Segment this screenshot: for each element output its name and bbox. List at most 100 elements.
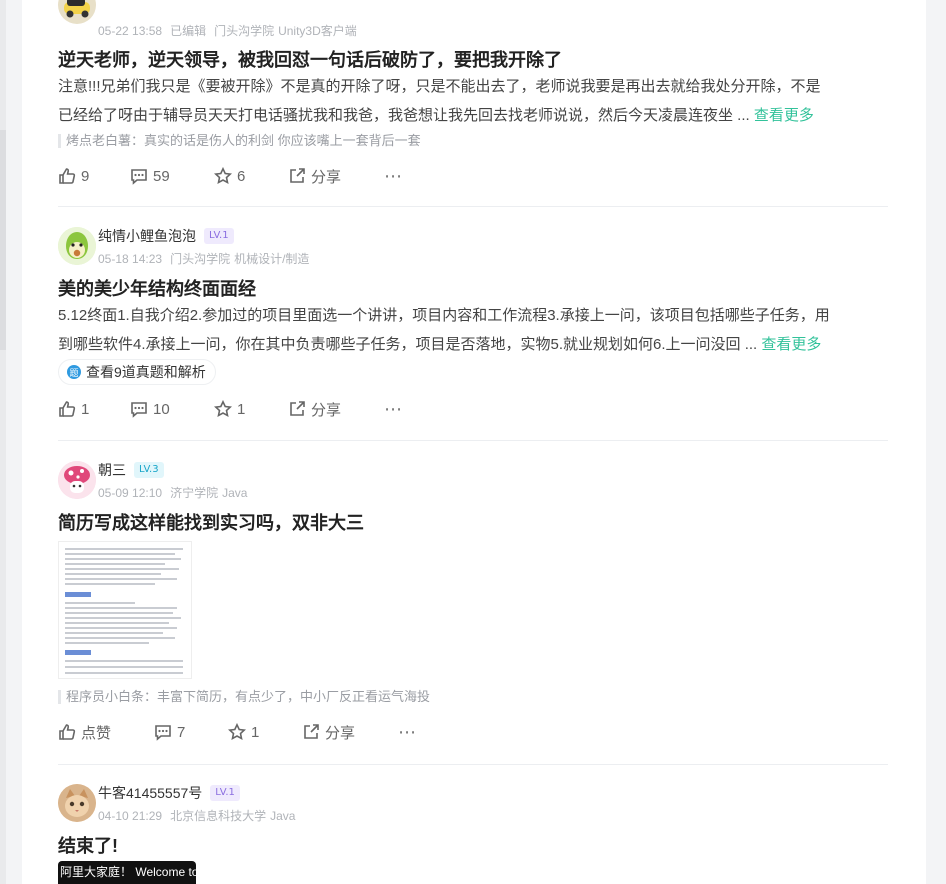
thumbs-up-icon [59, 401, 76, 417]
comment-button[interactable]: 7 [154, 723, 228, 741]
comment-icon [131, 402, 147, 418]
like-count: 9 [81, 167, 90, 185]
post-date: 05-18 14:23 [98, 252, 163, 266]
post-title[interactable]: 结束了! [58, 832, 118, 858]
author-role: Java [270, 809, 296, 823]
author-school: 门头沟学院 [214, 24, 275, 38]
post-meta: 05-18 14:23 门头沟学院 机械设计/制造 [98, 250, 317, 267]
more-icon: ⋯ [398, 721, 417, 742]
favorite-button[interactable]: 1 [214, 400, 288, 418]
post-meta: 04-10 21:29 北京信息科技大学 Java [98, 807, 303, 824]
comment-button[interactable]: 10 [130, 400, 214, 418]
star-icon [214, 167, 232, 185]
post-date: 05-09 12:10 [98, 486, 163, 500]
share-label: 分享 [311, 401, 342, 419]
left-scroll-strip [0, 0, 6, 884]
like-button[interactable]: 9 [58, 167, 130, 185]
more-icon: ⋯ [384, 398, 403, 419]
post-image[interactable]: 阿里大家庭！ Welcome to jo [58, 861, 196, 884]
post-title[interactable]: 简历写成这样能找到实习吗，双非大三 [58, 509, 364, 535]
post-actions: 1 10 1 分享 ⋯ [58, 397, 403, 421]
author-row: 牛客41455557号 LV.1 [98, 783, 240, 803]
see-more-link[interactable]: 查看更多 [754, 107, 814, 124]
star-icon [228, 723, 246, 741]
level-badge: LV.1 [204, 228, 234, 244]
avatar[interactable] [58, 0, 96, 24]
post-content-line: 到哪些软件4.承接上一问，你在其中负责哪些子任务，项目是否落地，实物5.就业规划… [58, 330, 888, 359]
like-label: 点赞 [81, 724, 112, 742]
more-icon: ⋯ [384, 165, 403, 186]
share-label: 分享 [311, 168, 342, 186]
avatar[interactable] [58, 784, 96, 822]
share-button[interactable]: 分享 [288, 166, 384, 187]
share-button[interactable]: 分享 [288, 399, 384, 420]
author-role: Unity3D客户端 [278, 24, 357, 38]
divider [58, 440, 888, 441]
share-label: 分享 [325, 724, 356, 742]
avatar[interactable] [58, 227, 96, 265]
post-title[interactable]: 逆天老师，逆天领导，被我回怼一句话后破防了，要把我开除了 [58, 46, 562, 72]
avatar[interactable] [58, 461, 96, 499]
favorite-count: 1 [251, 723, 260, 741]
interview-questions-tag[interactable]: 题 查看9道真题和解析 [58, 359, 216, 385]
post-date: 04-10 21:29 [98, 809, 163, 823]
edited-label: 已编辑 [170, 24, 207, 38]
comment-icon [131, 169, 147, 185]
question-icon: 题 [67, 365, 81, 379]
post-content-line: 已经给了呀由于辅导员天天打电话骚扰我和我爸，我爸想让我先回去找老师说说，然后今天… [58, 101, 888, 130]
comment-count: 7 [177, 723, 186, 741]
favorite-button[interactable]: 6 [214, 167, 288, 185]
post-content-text: 已经给了呀由于辅导员天天打电话骚扰我和我爸，我爸想让我先回去找老师说说，然后今天… [58, 107, 750, 124]
post-content[interactable]: 5.12终面1.自我介绍2.参加过的项目里面选一个讲讲，项目内容和工作流程3.承… [58, 301, 888, 359]
post-content[interactable]: 注意!!!兄弟们我只是《要被开除》不是真的开除了呀，只是不能出去了，老师说我要是… [58, 72, 888, 130]
comment-count: 59 [153, 167, 170, 185]
more-options-button[interactable]: ⋯ [384, 399, 403, 420]
like-count: 1 [81, 400, 90, 418]
favorite-button[interactable]: 1 [228, 723, 302, 741]
author-row: 纯情小鲤鱼泡泡 LV.1 [98, 226, 234, 246]
comment-button[interactable]: 59 [130, 167, 214, 185]
share-button[interactable]: 分享 [302, 722, 398, 743]
post-content-text: 到哪些软件4.承接上一问，你在其中负责哪些子任务，项目是否落地，实物5.就业规划… [58, 336, 758, 353]
more-options-button[interactable]: ⋯ [398, 722, 417, 743]
level-badge: LV.1 [210, 785, 240, 801]
post-actions: 9 59 6 分享 ⋯ [58, 164, 403, 188]
author-school: 门头沟学院 [170, 252, 231, 266]
favorite-count: 1 [237, 400, 246, 418]
author-name[interactable]: 纯情小鲤鱼泡泡 [98, 226, 196, 246]
comment-icon [155, 725, 171, 741]
share-icon [304, 724, 319, 739]
post-title[interactable]: 美的美少年结构终面面经 [58, 275, 256, 301]
feed-panel: 05-22 13:58 已编辑 门头沟学院 Unity3D客户端 逆天老师，逆天领导，… [22, 0, 926, 884]
author-school: 北京信息科技大学 [170, 809, 267, 823]
level-badge: LV.3 [134, 462, 164, 478]
more-options-button[interactable]: ⋯ [384, 166, 403, 187]
tag-label: 查看9道真题和解析 [86, 364, 206, 380]
author-name[interactable]: 牛客41455557号 [98, 783, 202, 803]
post-content-line: 5.12终面1.自我介绍2.参加过的项目里面选一个讲讲，项目内容和工作流程3.承… [58, 307, 830, 324]
author-row: 朝三 LV.3 [98, 460, 164, 480]
like-button[interactable]: 点赞 [58, 722, 154, 743]
top-comment[interactable]: 程序员小白条：丰富下简历，有点少了，中小厂反正看运气海投 [58, 690, 430, 704]
scroll-thumb[interactable] [0, 130, 6, 350]
post-meta: 05-09 12:10 济宁学院 Java [98, 484, 255, 501]
see-more-link[interactable]: 查看更多 [761, 336, 821, 353]
post-meta: 05-22 13:58 已编辑 门头沟学院 Unity3D客户端 [98, 22, 365, 39]
author-role: 机械设计/制造 [234, 252, 310, 266]
share-icon [290, 401, 305, 416]
thumbs-up-icon [59, 724, 76, 740]
divider [58, 206, 888, 207]
post-date: 05-22 13:58 [98, 24, 163, 38]
favorite-count: 6 [237, 167, 246, 185]
author-school: 济宁学院 [170, 486, 219, 500]
top-comment[interactable]: 烤点老白薯：真实的话是伤人的利剑 你应该嘴上一套背后一套 [58, 134, 421, 148]
divider [58, 764, 888, 765]
post-content-line: 注意!!!兄弟们我只是《要被开除》不是真的开除了呀，只是不能出去了，老师说我要是… [58, 78, 821, 95]
star-icon [214, 400, 232, 418]
resume-image[interactable] [58, 541, 192, 679]
author-role: Java [222, 486, 248, 500]
thumbs-up-icon [59, 168, 76, 184]
share-icon [290, 168, 305, 183]
like-button[interactable]: 1 [58, 400, 130, 418]
author-name[interactable]: 朝三 [98, 460, 126, 480]
